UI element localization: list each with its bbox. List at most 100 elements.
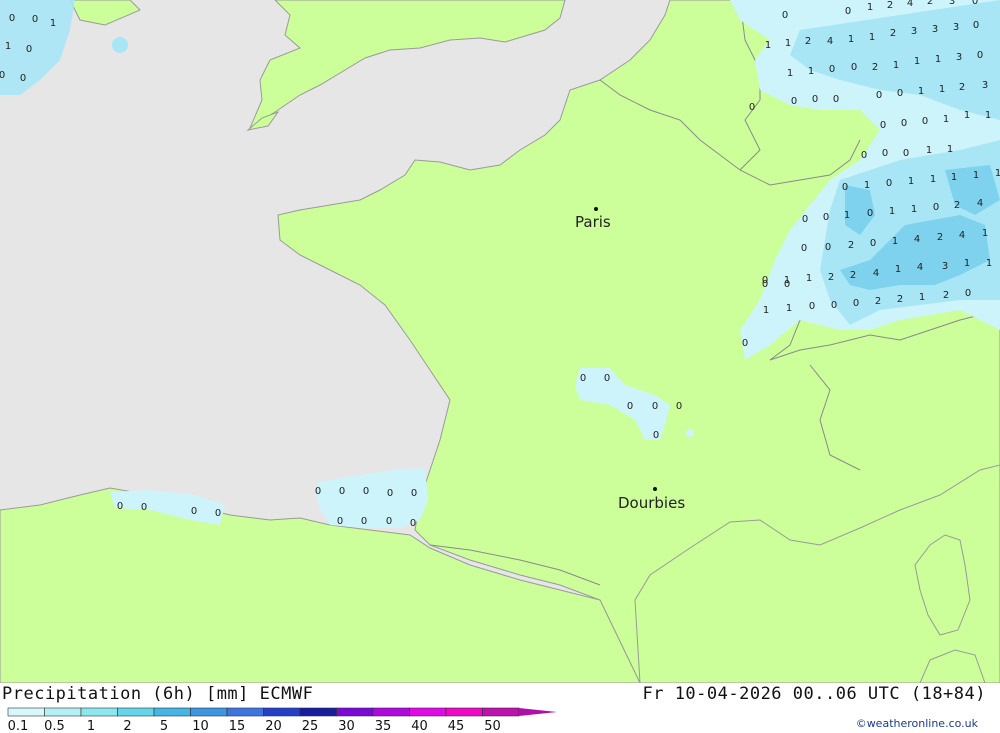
value-label: 1 (973, 170, 979, 181)
legend-label: 50 (484, 719, 501, 733)
value-label: 0 (20, 73, 26, 84)
value-label: 1 (785, 38, 791, 49)
value-label: 3 (953, 22, 959, 33)
legend-swatch (445, 707, 483, 717)
value-label: 0 (782, 10, 788, 21)
legend-label: 40 (411, 719, 428, 733)
value-label: 0 (652, 401, 658, 412)
value-label: 1 (985, 110, 991, 121)
value-label: 1 (914, 56, 920, 67)
value-label: 1 (893, 60, 899, 71)
value-label: 1 (50, 18, 56, 29)
value-label: 4 (977, 198, 983, 209)
value-label: 0 (922, 116, 928, 127)
value-label: 4 (917, 262, 923, 273)
value-label: 1 (982, 228, 988, 239)
value-label: 2 (927, 0, 933, 7)
value-label: 0 (842, 182, 848, 193)
legend-label: 25 (302, 719, 319, 733)
legend-label: 45 (448, 719, 465, 733)
value-label: 0 (973, 20, 979, 31)
value-label: 0 (676, 401, 682, 412)
value-label: 0 (897, 88, 903, 99)
precipitation-map: Paris Dourbies 0 0 1 1 0 0 0 0 1 2 4 2 3 0 1 1 2 4… (0, 0, 1000, 684)
value-label: 0 (315, 486, 321, 497)
legend-swatch (7, 707, 45, 717)
value-label: 1 (964, 258, 970, 269)
value-label: 1 (806, 273, 812, 284)
value-label: 2 (943, 290, 949, 301)
value-label: 0 (653, 430, 659, 441)
value-label: 4 (827, 36, 833, 47)
credit-link[interactable]: ©weatheronline.co.uk (856, 717, 978, 730)
legend-label: 20 (265, 719, 282, 733)
value-label: 0 (829, 64, 835, 75)
value-label: 2 (954, 200, 960, 211)
legend-swatch (44, 707, 82, 717)
value-label: 4 (873, 268, 879, 279)
value-label: 0 (831, 300, 837, 311)
value-label: 1 (763, 305, 769, 316)
value-label: 0 (361, 516, 367, 527)
map-validity: Fr 10-04-2026 00..06 UTC (18+84) (642, 684, 986, 704)
value-label: 4 (907, 0, 913, 9)
value-label: 2 (848, 240, 854, 251)
value-label: 2 (828, 272, 834, 283)
value-label: 0 (851, 62, 857, 73)
value-label: 0 (387, 488, 393, 499)
value-label: 2 (890, 28, 896, 39)
value-label: 1 (939, 84, 945, 95)
legend-label: 15 (229, 719, 246, 733)
value-label: 2 (897, 294, 903, 305)
value-label: 0 (339, 486, 345, 497)
legend-swatch (153, 707, 191, 717)
value-label: 0 (411, 488, 417, 499)
value-label: 2 (872, 62, 878, 73)
value-label: 2 (959, 82, 965, 93)
value-label: 0 (876, 90, 882, 101)
value-label: 1 (889, 206, 895, 217)
value-label: 0 (627, 401, 633, 412)
value-label: 0 (867, 208, 873, 219)
value-label: 0 (784, 279, 790, 290)
legend-swatch (263, 707, 301, 717)
value-label: 0 (215, 508, 221, 519)
value-label: 0 (809, 301, 815, 312)
value-label: 3 (911, 26, 917, 37)
value-label: 0 (823, 212, 829, 223)
value-label: 0 (933, 202, 939, 213)
value-label: 0 (833, 94, 839, 105)
legend-swatch (409, 707, 447, 717)
value-label: 0 (886, 178, 892, 189)
value-label: 1 (844, 210, 850, 221)
value-label: 1 (935, 54, 941, 65)
value-label: 1 (892, 236, 898, 247)
legend-swatch (372, 707, 410, 717)
legend-arrow (519, 708, 557, 716)
value-label: 1 (895, 264, 901, 275)
value-label: 0 (0, 70, 5, 81)
value-label: 0 (812, 94, 818, 105)
value-label: 0 (870, 238, 876, 249)
value-label: 0 (410, 518, 416, 529)
value-label: 3 (949, 0, 955, 7)
value-label: 1 (964, 110, 970, 121)
map-title: Precipitation (6h) [mm] ECMWF (2, 684, 314, 704)
legend-label: 10 (192, 719, 209, 733)
value-label: 1 (5, 41, 11, 52)
value-label: 1 (765, 40, 771, 51)
legend-swatch (190, 707, 228, 717)
value-label: 0 (191, 506, 197, 517)
value-label: 1 (986, 258, 992, 269)
value-label: 3 (956, 52, 962, 63)
legend-label: 0.5 (44, 719, 65, 733)
value-label: 1 (808, 66, 814, 77)
value-label: 3 (982, 80, 988, 91)
value-label: 0 (363, 486, 369, 497)
value-label: 1 (947, 144, 953, 155)
legend-label: 2 (123, 719, 131, 733)
value-label: 0 (903, 148, 909, 159)
precipitation-legend: 0.1 0.5 1 2 5 10 15 20 25 30 35 40 45 50 (7, 707, 557, 733)
value-label: 1 (869, 32, 875, 43)
value-label: 1 (864, 180, 870, 191)
